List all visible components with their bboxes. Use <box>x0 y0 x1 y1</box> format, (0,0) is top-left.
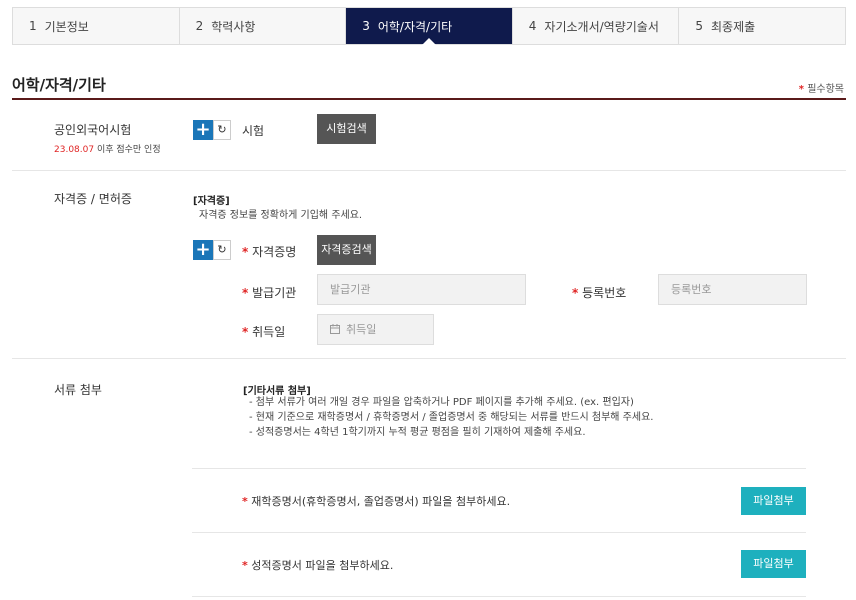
documents-guide: - 첨부 서류가 여러 개일 경우 파일을 압축하거나 PDF 페이지를 추가해… <box>249 397 654 438</box>
license-name-label: * 자격증명 <box>242 245 297 259</box>
add-license-button[interactable]: + <box>193 240 213 260</box>
regno-label: * 등록번호 <box>572 286 627 300</box>
section-divider <box>12 98 846 100</box>
license-heading: [자격증] <box>193 196 230 207</box>
issuer-input[interactable]: 발급기관 <box>317 274 526 305</box>
language-test-note: 23.08.07 이후 점수만 인정 <box>54 145 161 155</box>
section-title: 어학/자격/기타 <box>12 76 106 94</box>
license-search-button[interactable]: 자격증검색 <box>317 235 376 265</box>
regno-input[interactable]: 등록번호 <box>658 274 807 305</box>
row-divider <box>12 358 846 359</box>
reset-language-icon[interactable]: ↻ <box>213 120 231 140</box>
documents-label: 서류 첨부 <box>54 383 102 397</box>
date-label: * 취득일 <box>242 325 286 339</box>
step-3[interactable]: 3 어학/자격/기타 <box>346 8 513 45</box>
exam-search-button[interactable]: 시험검색 <box>317 114 376 144</box>
step-5[interactable]: 5 최종제출 <box>679 8 845 44</box>
enrollment-attach-button[interactable]: 파일첨부 <box>741 487 806 515</box>
attach-divider <box>192 532 806 533</box>
license-label: 자격증 / 면허증 <box>54 192 132 206</box>
required-legend: * 필수항목 <box>798 84 844 95</box>
license-guide: 자격증 정보를 정확하게 기입해 주세요. <box>199 210 363 221</box>
transcript-attach-text: * 성적증명서 파일을 첨부하세요. <box>242 559 394 572</box>
add-language-button[interactable]: + <box>193 120 213 140</box>
enrollment-attach-text: * 재학증명서(휴학증명서, 졸업증명서) 파일을 첨부하세요. <box>242 495 511 508</box>
exam-label: 시험 <box>242 124 265 138</box>
reset-license-icon[interactable]: ↻ <box>213 240 231 260</box>
calendar-icon <box>330 324 340 334</box>
step-1[interactable]: 1 기본정보 <box>13 8 180 44</box>
issuer-label: * 발급기관 <box>242 286 297 300</box>
attach-divider <box>192 596 806 597</box>
row-divider <box>12 170 846 171</box>
attach-divider <box>192 468 806 469</box>
transcript-attach-button[interactable]: 파일첨부 <box>741 550 806 578</box>
step-bar: 1 기본정보 2 학력사항 3 어학/자격/기타 4 자기소개서/역량기술서 5 최종제출 <box>12 7 846 45</box>
step-2[interactable]: 2 학력사항 <box>180 8 347 44</box>
date-input[interactable]: 취득일 <box>317 314 434 345</box>
step-4[interactable]: 4 자기소개서/역량기술서 <box>513 8 680 44</box>
language-test-label: 공인외국어시험 <box>54 123 132 137</box>
